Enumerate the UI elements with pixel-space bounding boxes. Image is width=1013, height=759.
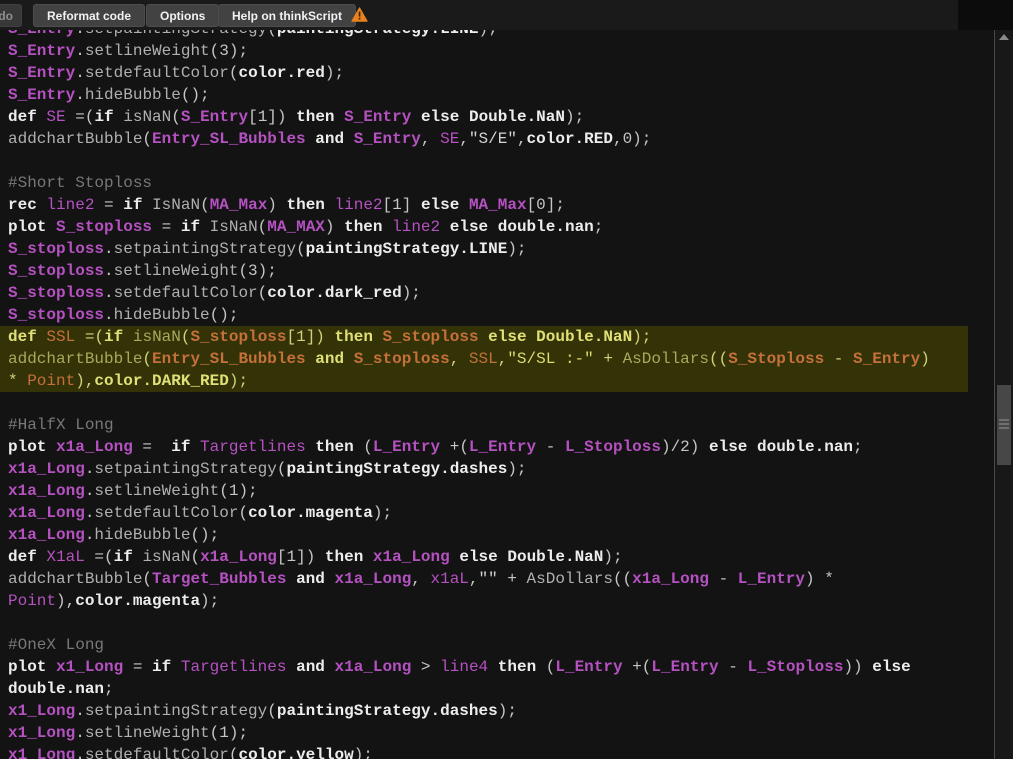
code-line-19: #HalfX Long [0, 414, 968, 436]
code-line-24: x1a_Long.hideBubble(); [0, 524, 968, 546]
code-area: S_Entry.setpaintingStrategy(paintingStra… [0, 30, 994, 759]
code-line-25: def X1aL =(if isNaN(x1a_Long[1]) then x1… [0, 546, 968, 568]
code-line-32: x1_Long.setpaintingStrategy(paintingStra… [0, 700, 968, 722]
code-line-29: #OneX Long [0, 634, 968, 656]
code-line-9: rec line2 = if IsNaN(MA_Max) then line2[… [0, 194, 968, 216]
scrollbar-thumb[interactable] [997, 385, 1011, 465]
code-line-31: double.nan; [0, 678, 968, 700]
scrollbar-grip-icon [999, 423, 1009, 425]
code-line-22: x1a_Long.setlineWeight(1); [0, 480, 968, 502]
code-line-13: S_stoploss.setdefaultColor(color.dark_re… [0, 282, 968, 304]
code-line-7 [0, 150, 968, 172]
code-line-21: x1a_Long.setpaintingStrategy(paintingStr… [0, 458, 968, 480]
code-line-12: S_stoploss.setlineWeight(3); [0, 260, 968, 282]
code-line-8: #Short Stoploss [0, 172, 968, 194]
toolbar-dark-corner [958, 0, 1013, 30]
code-line-34: x1_Long.setdefaultColor(color.yellow); [0, 744, 968, 759]
toolbar: do Reformat code Options Help on thinkSc… [0, 0, 1013, 30]
warning-triangle-icon[interactable] [351, 7, 368, 22]
code-line-14: S_stoploss.hideBubble(); [0, 304, 968, 326]
code-line-5: def SE =(if isNaN(S_Entry[1]) then S_Ent… [0, 106, 968, 128]
code-line-10: plot S_stoploss = if IsNaN(MA_MAX) then … [0, 216, 968, 238]
code-line-20: plot x1a_Long = if Targetlines then (L_E… [0, 436, 968, 458]
code-line-15: def SSL =(if isNaN(S_stoploss[1]) then S… [0, 326, 968, 348]
code-line-27: Point),color.magenta); [0, 590, 968, 612]
code-line-17: * Point),color.DARK_RED); [0, 370, 968, 392]
redo-button-partial[interactable]: do [0, 4, 22, 27]
code-line-30: plot x1_Long = if Targetlines and x1a_Lo… [0, 656, 968, 678]
code-line-6: addchartBubble(Entry_SL_Bubbles and S_En… [0, 128, 968, 150]
options-button[interactable]: Options [146, 4, 219, 27]
code-line-16: addchartBubble(Entry_SL_Bubbles and S_st… [0, 348, 968, 370]
code-line-1: S_Entry.setpaintingStrategy(paintingStra… [0, 30, 968, 40]
code-line-28 [0, 612, 968, 634]
scrollbar-grip-icon [999, 419, 1009, 421]
code-line-18 [0, 392, 968, 414]
code-line-11: S_stoploss.setpaintingStrategy(paintingS… [0, 238, 968, 260]
code-line-33: x1_Long.setlineWeight(1); [0, 722, 968, 744]
scrollbar-up-arrow-icon[interactable] [999, 34, 1009, 40]
reformat-code-button[interactable]: Reformat code [33, 4, 145, 27]
code-line-26: addchartBubble(Target_Bubbles and x1a_Lo… [0, 568, 968, 590]
help-on-thinkscript-button[interactable]: Help on thinkScript [218, 4, 356, 27]
code-line-4: S_Entry.hideBubble(); [0, 84, 968, 106]
scrollbar-grip-icon [999, 427, 1009, 429]
vertical-scrollbar[interactable] [995, 30, 1013, 759]
code-line-2: S_Entry.setlineWeight(3); [0, 40, 968, 62]
code-line-3: S_Entry.setdefaultColor(color.red); [0, 62, 968, 84]
code-line-23: x1a_Long.setdefaultColor(color.magenta); [0, 502, 968, 524]
thinkscript-editor[interactable]: S_Entry.setpaintingStrategy(paintingStra… [0, 30, 995, 759]
